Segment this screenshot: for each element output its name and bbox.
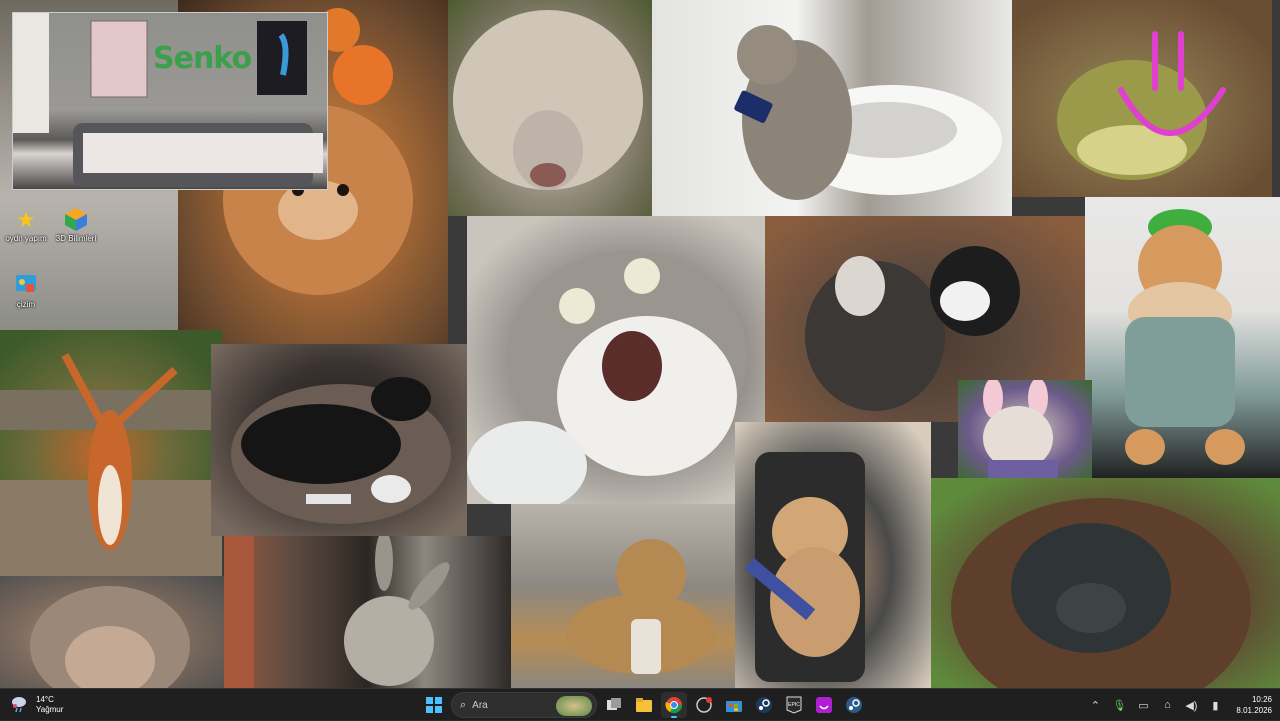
sheep-photo-tile [448, 0, 652, 216]
task-view-button[interactable] [601, 692, 627, 718]
bulldog-photo-tile [958, 380, 1092, 480]
taskbar: 14°C Yağmur ⌕ Ara EPIC ⌃ 🎙 ▭ ⌂ ◀) ▮ 10:2… [0, 688, 1280, 720]
purple-app-icon [816, 697, 832, 713]
search-icon: ⌕ [460, 698, 467, 711]
app-notify-button[interactable] [691, 692, 717, 718]
steam-icon [846, 697, 862, 713]
rain-cloud-icon [8, 694, 30, 716]
microphone-icon[interactable]: 🎙 [1110, 699, 1128, 712]
display-icon[interactable]: ▭ [1134, 699, 1152, 712]
epic-games-button[interactable]: EPIC [781, 692, 807, 718]
donkey-photo-tile [224, 536, 511, 688]
app-icon [696, 697, 712, 713]
weather-condition: Yağmur [36, 705, 64, 714]
store-button[interactable] [721, 692, 747, 718]
weather-widget[interactable]: 14°C Yağmur [8, 692, 63, 718]
active-indicator [671, 716, 677, 718]
chrome-button[interactable] [661, 692, 687, 718]
screaming-cat-photo-tile [467, 216, 765, 504]
chrome-icon [665, 697, 683, 714]
network-icon[interactable]: ⌂ [1158, 699, 1176, 711]
battery-icon[interactable]: ▮ [1206, 699, 1224, 712]
smiley-face-icon [1105, 26, 1235, 156]
clock-time: 10:26 [1251, 695, 1272, 704]
room-wall-text: Senko [153, 41, 252, 76]
cat-on-toilet-photo-tile [652, 0, 1012, 216]
orangutan-photo-tile [931, 478, 1280, 688]
steam-alt-button[interactable] [841, 692, 867, 718]
chevron-up-icon[interactable]: ⌃ [1086, 699, 1104, 712]
gamer-cat-photo-tile [735, 422, 931, 688]
taskbar-center: ⌕ Ara EPIC [421, 692, 867, 718]
purple-app-button[interactable] [811, 692, 837, 718]
squirrel-photo-tile [0, 330, 222, 576]
search-highlight-icon [556, 696, 592, 716]
svg-text:EPIC: EPIC [788, 702, 800, 708]
volume-icon[interactable]: ◀) [1182, 699, 1200, 712]
clock[interactable]: 10:26 8.01.2026 [1236, 694, 1272, 716]
clock-date: 8.01.2026 [1236, 706, 1272, 715]
cat-with-hat-photo-tile [1085, 197, 1280, 480]
search-placeholder: Ara [472, 699, 488, 711]
street-dog-photo-tile [511, 504, 735, 688]
system-tray: ⌃ 🎙 ▭ ⌂ ◀) ▮ 10:26 8.01.2026 [1086, 692, 1272, 718]
cube-icon [62, 206, 90, 234]
task-view-icon [607, 698, 621, 710]
paint-icon [12, 272, 40, 300]
store-icon [726, 701, 742, 712]
room-photo-tile: Senko [12, 12, 328, 190]
steam-icon [756, 697, 772, 713]
weather-temperature: 14°C [36, 695, 54, 704]
monkey-photo-tile [0, 576, 224, 688]
black-dog-photo-tile [211, 344, 467, 536]
windows-logo-icon [426, 697, 442, 713]
steam-button[interactable] [751, 692, 777, 718]
search-box[interactable]: ⌕ Ara [451, 692, 597, 718]
file-explorer-button[interactable] [631, 692, 657, 718]
epic-games-icon: EPIC [786, 696, 802, 714]
start-button[interactable] [421, 692, 447, 718]
desktop-shortcut-3d[interactable]: 3D Bilimleri [36, 206, 116, 244]
folder-icon [636, 698, 652, 712]
desktop-shortcut-cizim[interactable]: çizim [0, 272, 66, 310]
room-illustration [13, 13, 323, 187]
desktop-wallpaper: Senko ★ oydn yapım 3D Bilimleri çizim [0, 0, 1280, 688]
